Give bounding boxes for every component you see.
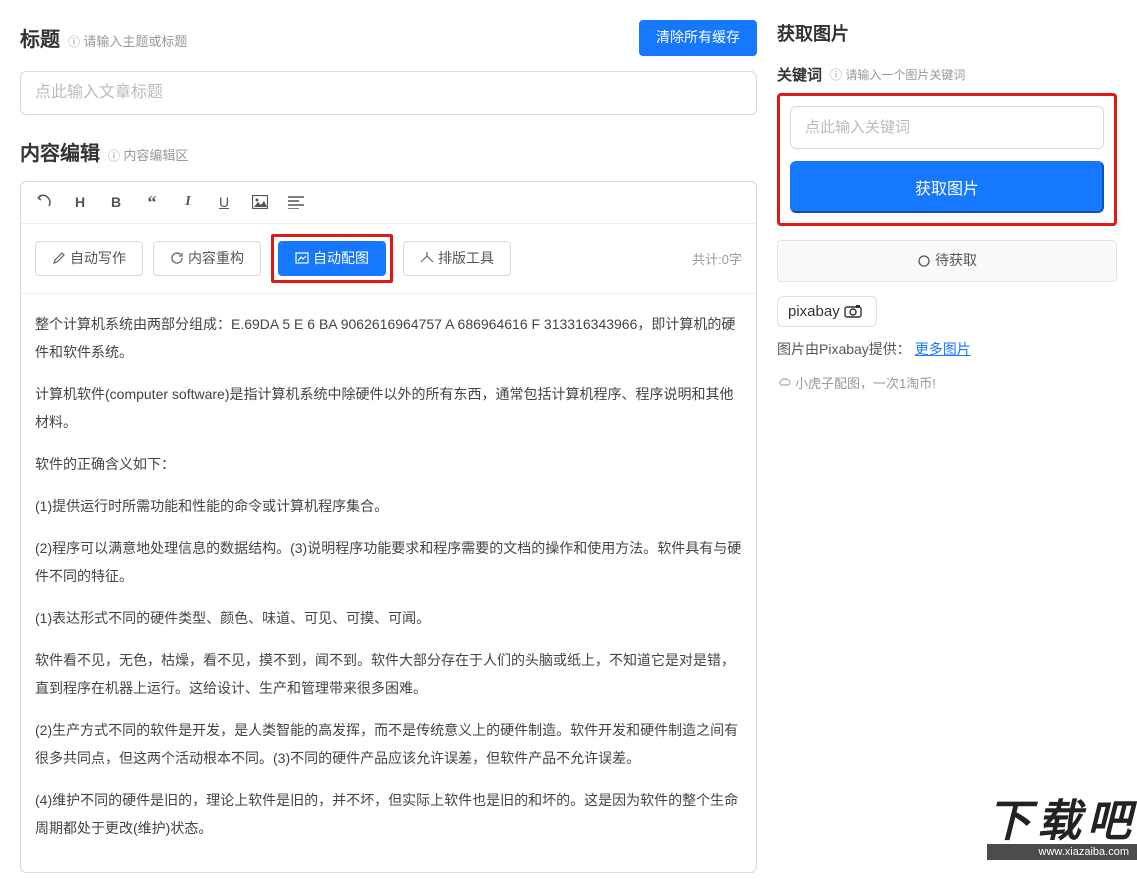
article-title-input[interactable] <box>20 71 757 115</box>
editor-box: H B “ I U 自动写作 内容重构 <box>20 181 757 874</box>
layout-tool-label: 排版工具 <box>438 249 494 269</box>
main-column: 标题 请输入主题或标题 清除所有缓存 内容编辑 内容编辑区 H B “ I U <box>20 20 757 873</box>
content-paragraph: 计算机软件(computer software)是指计算机系统中除硬件以外的所有… <box>35 380 742 436</box>
content-paragraph: 软件看不见，无色，枯燥，看不见，摸不到，闻不到。软件大部分存在于人们的头脑或纸上… <box>35 646 742 702</box>
get-image-button[interactable]: 获取图片 <box>790 161 1104 213</box>
watermark-text: 下载吧 <box>987 800 1137 844</box>
italic-icon[interactable]: I <box>179 194 197 210</box>
layout-tool-button[interactable]: 排版工具 <box>403 241 511 277</box>
underline-icon[interactable]: U <box>215 194 233 210</box>
title-label-group: 标题 请输入主题或标题 <box>20 23 187 52</box>
image-icon[interactable] <box>251 195 269 209</box>
action-toolbar: 自动写作 内容重构 自动配图 排版工具 共计:0字 <box>21 224 756 295</box>
auto-image-label: 自动配图 <box>313 249 369 269</box>
auto-image-button[interactable]: 自动配图 <box>278 241 386 277</box>
keyword-highlight-box: 获取图片 <box>777 93 1117 226</box>
title-label: 标题 <box>20 23 60 52</box>
title-section-header: 标题 请输入主题或标题 清除所有缓存 <box>20 20 757 56</box>
footnote-text: 小虎子配图，一次1淘币! <box>795 373 936 392</box>
camera-icon <box>844 304 866 318</box>
footnote: 小虎子配图，一次1淘币! <box>777 373 1117 392</box>
quote-icon[interactable]: “ <box>143 192 161 213</box>
keyword-input[interactable] <box>790 106 1104 149</box>
sidebar: 获取图片 关键词 请输入一个图片关键词 获取图片 待获取 pixabay 图片由… <box>777 20 1117 873</box>
watermark: 下载吧 www.xiazaiba.com <box>987 800 1137 860</box>
clear-cache-button[interactable]: 清除所有缓存 <box>639 20 757 56</box>
content-paragraph: (1)提供运行时所需功能和性能的命令或计算机程序集合。 <box>35 492 742 520</box>
format-toolbar: H B “ I U <box>21 182 756 224</box>
title-hint: 请输入主题或标题 <box>68 31 187 50</box>
image-small-icon <box>295 251 309 265</box>
editor-content[interactable]: 整个计算机系统由两部分组成：E.69DA 5 E 6 BA 9062616964… <box>21 294 756 872</box>
attribution: 图片由Pixabay提供： 更多图片 <box>777 339 1117 359</box>
more-images-link[interactable]: 更多图片 <box>915 341 971 357</box>
auto-write-button[interactable]: 自动写作 <box>35 241 143 277</box>
content-paragraph: (1)表达形式不同的硬件类型、颜色、味道、可见、可摸、可闻。 <box>35 604 742 632</box>
auto-write-label: 自动写作 <box>70 249 126 269</box>
cloud-icon <box>777 375 791 389</box>
layout-icon <box>420 251 434 265</box>
content-hint: 内容编辑区 <box>108 145 188 164</box>
auto-image-highlight: 自动配图 <box>271 234 393 284</box>
get-image-title: 获取图片 <box>777 20 1117 46</box>
content-paragraph: (2)程序可以满意地处理信息的数据结构。(3)说明程序功能要求和程序需要的文档的… <box>35 534 742 590</box>
content-label: 内容编辑 <box>20 137 100 166</box>
align-icon[interactable] <box>287 195 305 209</box>
keyword-label: 关键词 <box>777 64 822 85</box>
pencil-icon <box>52 251 66 265</box>
content-paragraph: (4)维护不同的硬件是旧的，理论上软件是旧的，并不坏，但实际上软件也是旧的和坏的… <box>35 786 742 842</box>
circle-icon <box>917 254 931 268</box>
content-paragraph: 软件的正确含义如下： <box>35 450 742 478</box>
watermark-url: www.xiazaiba.com <box>987 844 1137 860</box>
content-paragraph: 整个计算机系统由两部分组成：E.69DA 5 E 6 BA 9062616964… <box>35 310 742 366</box>
heading-icon[interactable]: H <box>71 194 89 210</box>
content-paragraph: (2)生产方式不同的软件是开发，是人类智能的高发挥，而不是传统意义上的硬件制造。… <box>35 716 742 772</box>
word-count: 共计:0字 <box>692 249 742 268</box>
keyword-label-group: 关键词 请输入一个图片关键词 <box>777 64 1117 85</box>
bold-icon[interactable]: B <box>107 194 125 210</box>
pixabay-chip[interactable]: pixabay <box>777 296 877 327</box>
content-label-group: 内容编辑 内容编辑区 <box>20 137 188 166</box>
status-button[interactable]: 待获取 <box>777 240 1117 282</box>
keyword-hint: 请输入一个图片关键词 <box>830 66 965 83</box>
content-restructure-button[interactable]: 内容重构 <box>153 241 261 277</box>
status-label: 待获取 <box>935 251 977 271</box>
undo-icon[interactable] <box>35 194 53 210</box>
content-restructure-label: 内容重构 <box>188 249 244 269</box>
attribution-text: 图片由Pixabay提供： <box>777 341 911 357</box>
pixabay-label: pixabay <box>788 303 840 320</box>
content-section-header: 内容编辑 内容编辑区 <box>20 137 757 166</box>
refresh-icon <box>170 251 184 265</box>
